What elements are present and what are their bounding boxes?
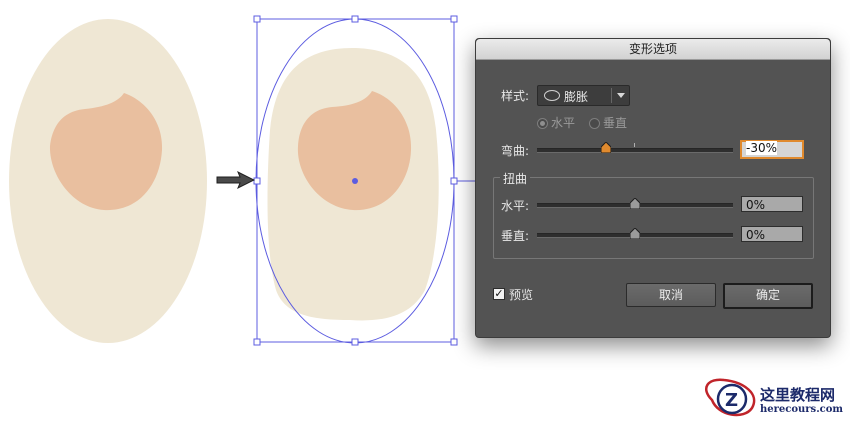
style-select-value: 膨胀 [564,90,589,104]
horizontal-radio[interactable] [537,118,548,129]
vertical-distortion-thumb[interactable] [630,228,640,239]
horizontal-distortion-thumb[interactable] [630,198,640,209]
horizontal-radio-label: 水平 [551,116,576,130]
handle-bottom-center[interactable] [351,338,359,346]
warp-options-dialog: 变形选项 样式: 膨胀 水平 垂直 弯曲: -30% 扭曲 水平: 0% 垂直:… [475,38,831,338]
bend-input[interactable]: -30% [740,140,804,159]
distortion-group-title: 扭曲 [500,170,531,187]
right-arrow-icon [216,170,256,190]
watermark-url: herecours.com [760,404,844,415]
handle-middle-right[interactable] [450,177,458,185]
ellipse-icon [544,90,560,101]
bend-slider-center-tick [634,143,635,147]
preview-label: 预览 [509,288,534,302]
style-label: 样式: [501,89,530,103]
cancel-button[interactable]: 取消 [626,283,716,307]
chevron-down-icon [617,93,625,98]
vertical-radio-label: 垂直 [603,116,628,130]
svg-text:Z: Z [725,390,738,411]
bend-slider-track[interactable] [537,148,733,153]
ok-button[interactable]: 确定 [723,283,813,309]
horizontal-distortion-input[interactable]: 0% [741,196,803,212]
dialog-title[interactable]: 变形选项 [476,39,830,60]
preview-checkbox[interactable]: ✓ [493,288,505,300]
vertical-radio[interactable] [589,118,600,129]
handle-top-center[interactable] [351,15,359,23]
style-select[interactable]: 膨胀 [537,85,630,106]
vertical-distortion-input[interactable]: 0% [741,226,803,242]
handle-top-left[interactable] [253,15,261,23]
bend-slider-thumb[interactable] [600,142,611,153]
vertical-distortion-label: 垂直: [501,229,530,243]
handle-top-right[interactable] [450,15,458,23]
watermark-title: 这里教程网 [760,386,836,404]
watermark-logo: Z [705,378,756,417]
handle-bottom-left[interactable] [253,338,261,346]
distortion-group [493,177,814,259]
center-point [352,178,358,184]
bend-label: 弯曲: [501,144,530,158]
horizontal-distortion-label: 水平: [501,199,530,213]
handle-bottom-right[interactable] [450,338,458,346]
